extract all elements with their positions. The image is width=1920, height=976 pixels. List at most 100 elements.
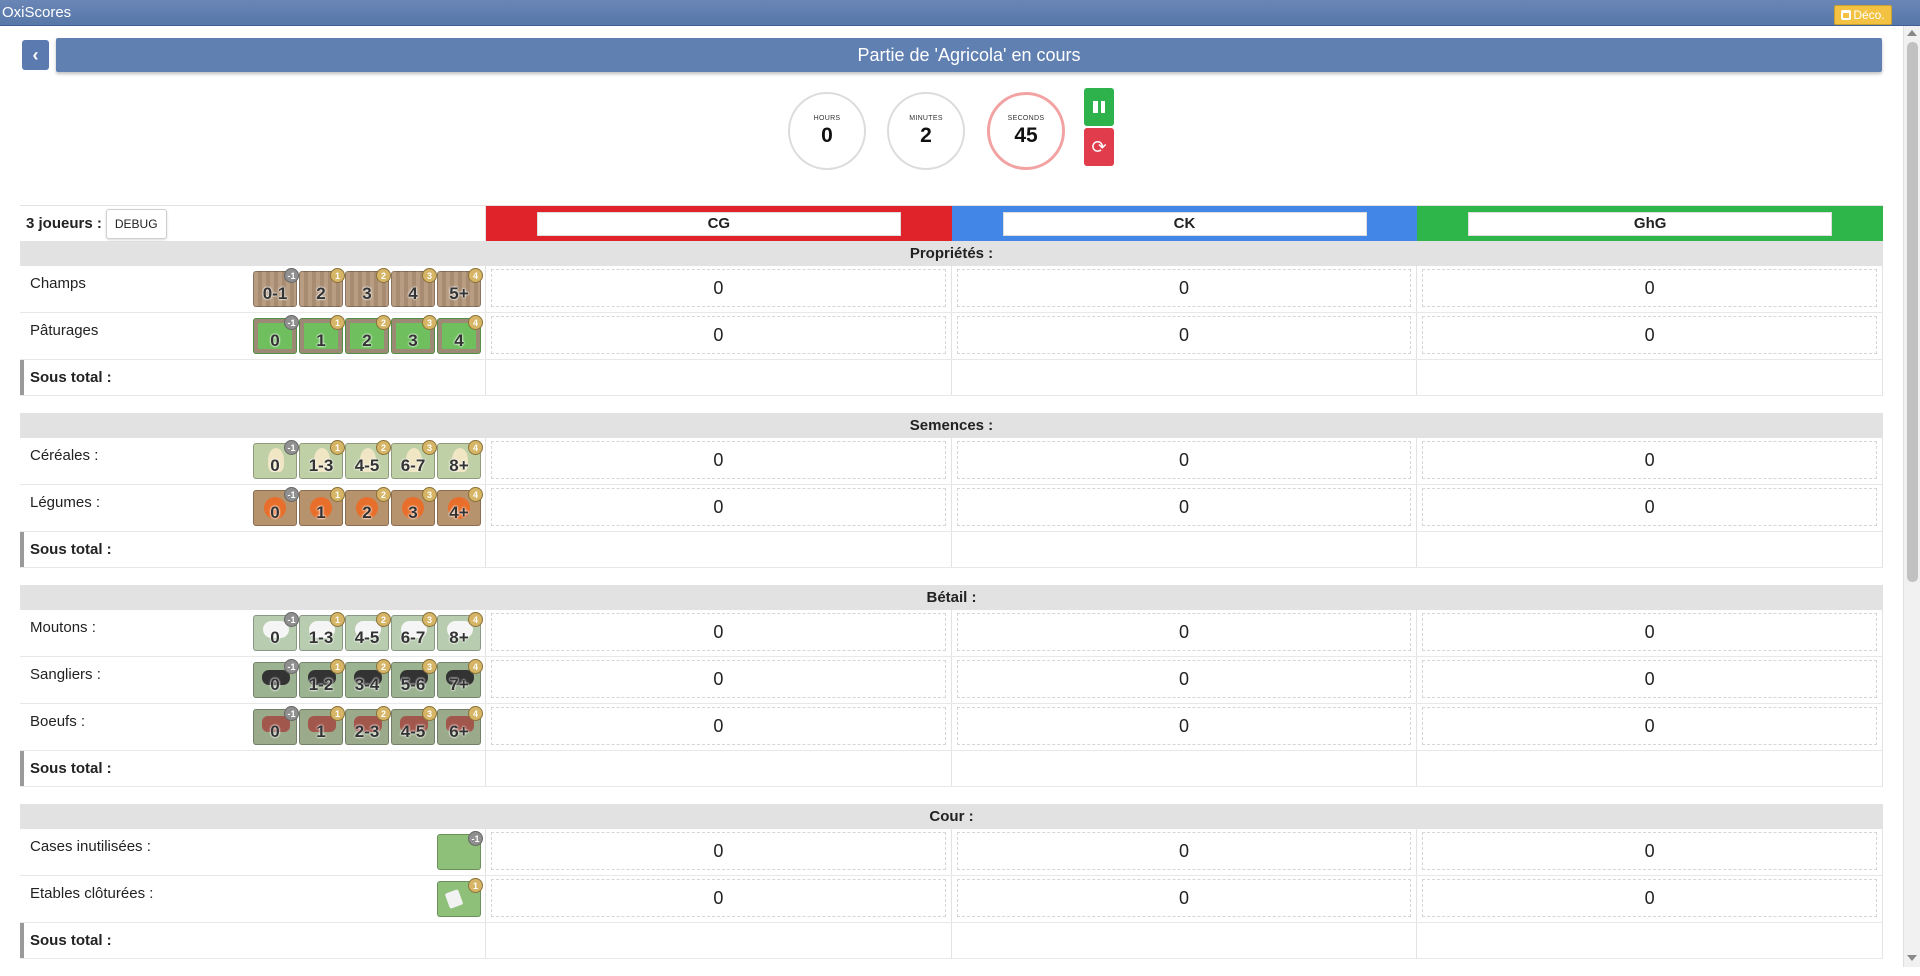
vertical-scrollbar[interactable]: [1903, 26, 1920, 967]
boar-tile-icon[interactable]: 0 -1: [253, 659, 299, 698]
ox-tile-icon[interactable]: 2-3 2: [345, 706, 391, 745]
row-label-cell: Moutons :0 -1 1-3 1 4-5 2 6-7 3 8+ 4: [20, 610, 486, 656]
score-input[interactable]: 0: [491, 707, 946, 745]
tile-range: 6+: [449, 722, 469, 741]
pasture-tile-icon[interactable]: 11: [299, 315, 345, 354]
logout-button[interactable]: Déco.: [1834, 5, 1892, 25]
score-input[interactable]: 0: [1422, 488, 1878, 526]
debug-button[interactable]: DEBUG: [105, 208, 167, 239]
reset-button[interactable]: ⟳: [1084, 128, 1114, 166]
grain-tile-icon[interactable]: 0 -1: [253, 440, 299, 479]
wood-tile-icon[interactable]: 43: [391, 268, 437, 307]
subtotal-row: Sous total :: [20, 532, 1884, 568]
row-label-cell: Etables clôturées : 1: [20, 876, 486, 922]
wood-tile-icon[interactable]: 21: [299, 268, 345, 307]
score-input[interactable]: 0: [956, 488, 1412, 526]
back-button[interactable]: ‹: [22, 40, 49, 70]
ox-tile-icon[interactable]: 6+ 4: [437, 706, 483, 745]
boar-tile-icon[interactable]: 7+ 4: [437, 659, 483, 698]
pasture-tile-icon[interactable]: 33: [391, 315, 437, 354]
score-input[interactable]: 0: [956, 660, 1412, 698]
sheep-tile-icon[interactable]: 1-3 1: [299, 612, 345, 651]
reset-icon: ⟳: [1091, 136, 1107, 157]
boar-tile-icon[interactable]: 3-4 2: [345, 659, 391, 698]
player-name-field[interactable]: GhG: [1468, 211, 1833, 236]
player-name-field[interactable]: CG: [536, 211, 901, 236]
pasture-tile-icon[interactable]: 0 -1: [253, 315, 299, 354]
score-input[interactable]: 0: [1422, 707, 1878, 745]
boar-tile-icon[interactable]: 5-6 3: [391, 659, 437, 698]
stable-tile-icon[interactable]: 1: [437, 878, 483, 917]
score-input[interactable]: 0: [956, 441, 1412, 479]
score-input[interactable]: 0: [956, 269, 1412, 307]
score-value-cell: 0: [486, 610, 952, 656]
scrollbar-thumb[interactable]: [1907, 42, 1918, 582]
score-input[interactable]: 0: [1422, 879, 1878, 917]
score-input[interactable]: 0: [1422, 316, 1878, 354]
score-input[interactable]: 0: [491, 613, 946, 651]
score-input[interactable]: 0: [956, 613, 1412, 651]
score-input[interactable]: 0: [491, 832, 946, 870]
players-count: 3 joueurs :: [26, 215, 102, 232]
score-input[interactable]: 0: [491, 269, 946, 307]
score-input[interactable]: 0: [491, 488, 946, 526]
score-input[interactable]: 0: [956, 832, 1412, 870]
score-input[interactable]: 0: [1422, 269, 1878, 307]
timer-minutes: MINUTES 2: [887, 92, 965, 170]
player-name-field[interactable]: CK: [1002, 211, 1367, 236]
sheep-tile-icon[interactable]: 6-7 3: [391, 612, 437, 651]
pasture-tile-icon[interactable]: 44: [437, 315, 483, 354]
score-row: Moutons :0 -1 1-3 1 4-5 2 6-7 3 8+ 4 0 0 0: [20, 610, 1884, 657]
sheep-tile-icon[interactable]: 8+ 4: [437, 612, 483, 651]
score-value-cell: 0: [1417, 313, 1884, 359]
chevron-left-icon: ‹: [32, 44, 39, 65]
grain-tile-icon[interactable]: 8+ 4: [437, 440, 483, 479]
grain-tile-icon[interactable]: 4-5 2: [345, 440, 391, 479]
row-label: Céréales :: [30, 447, 99, 464]
veg-tile-icon[interactable]: 0 -1: [253, 487, 299, 526]
wood-tile-icon[interactable]: 0-1 -1: [253, 268, 299, 307]
score-value-cell: 0: [1417, 829, 1884, 875]
points-badge: 3: [422, 268, 437, 283]
score-input[interactable]: 0: [1422, 832, 1878, 870]
score-input[interactable]: 0: [491, 879, 946, 917]
veg-tile-icon[interactable]: 22: [345, 487, 391, 526]
veg-tile-icon[interactable]: 4+ 4: [437, 487, 483, 526]
row-label: Champs: [30, 275, 86, 292]
pause-button[interactable]: [1084, 88, 1114, 126]
score-row: Cases inutilisées : -1 0 0 0: [20, 829, 1884, 876]
points-badge: -1: [284, 487, 299, 502]
scroll-down-arrow-icon[interactable]: [1907, 955, 1917, 961]
score-input[interactable]: 0: [956, 316, 1412, 354]
veg-tile-icon[interactable]: 11: [299, 487, 345, 526]
subtotal-value-cell: [486, 751, 952, 786]
ox-tile-icon[interactable]: 0 -1: [253, 706, 299, 745]
tile-range: 0: [270, 675, 280, 694]
sheep-tile-icon[interactable]: 0 -1: [253, 612, 299, 651]
score-input[interactable]: 0: [956, 707, 1412, 745]
timer-hours-value: 0: [821, 123, 833, 147]
ox-tile-icon[interactable]: 11: [299, 706, 345, 745]
score-input[interactable]: 0: [1422, 613, 1878, 651]
score-input[interactable]: 0: [956, 879, 1412, 917]
pasture-tile-icon[interactable]: 22: [345, 315, 391, 354]
points-badge: 2: [376, 487, 391, 502]
veg-tile-icon[interactable]: 33: [391, 487, 437, 526]
grain-tile-icon[interactable]: 6-7 3: [391, 440, 437, 479]
score-input[interactable]: 0: [491, 441, 946, 479]
score-value-cell: 0: [1417, 485, 1884, 531]
grain-tile-icon[interactable]: 1-3 1: [299, 440, 345, 479]
boar-tile-icon[interactable]: 1-2 1: [299, 659, 345, 698]
score-input[interactable]: 0: [491, 316, 946, 354]
scroll-up-arrow-icon[interactable]: [1907, 30, 1917, 36]
score-input[interactable]: 0: [1422, 441, 1878, 479]
sheep-tile-icon[interactable]: 4-5 2: [345, 612, 391, 651]
score-input[interactable]: 0: [491, 660, 946, 698]
app-bar: OxiScores Déco.: [0, 0, 1920, 26]
points-badge: 3: [422, 659, 437, 674]
ox-tile-icon[interactable]: 4-5 3: [391, 706, 437, 745]
wood-tile-icon[interactable]: 32: [345, 268, 391, 307]
score-input[interactable]: 0: [1422, 660, 1878, 698]
yard-tile-icon[interactable]: -1: [437, 831, 483, 870]
wood-tile-icon[interactable]: 5+ 4: [437, 268, 483, 307]
